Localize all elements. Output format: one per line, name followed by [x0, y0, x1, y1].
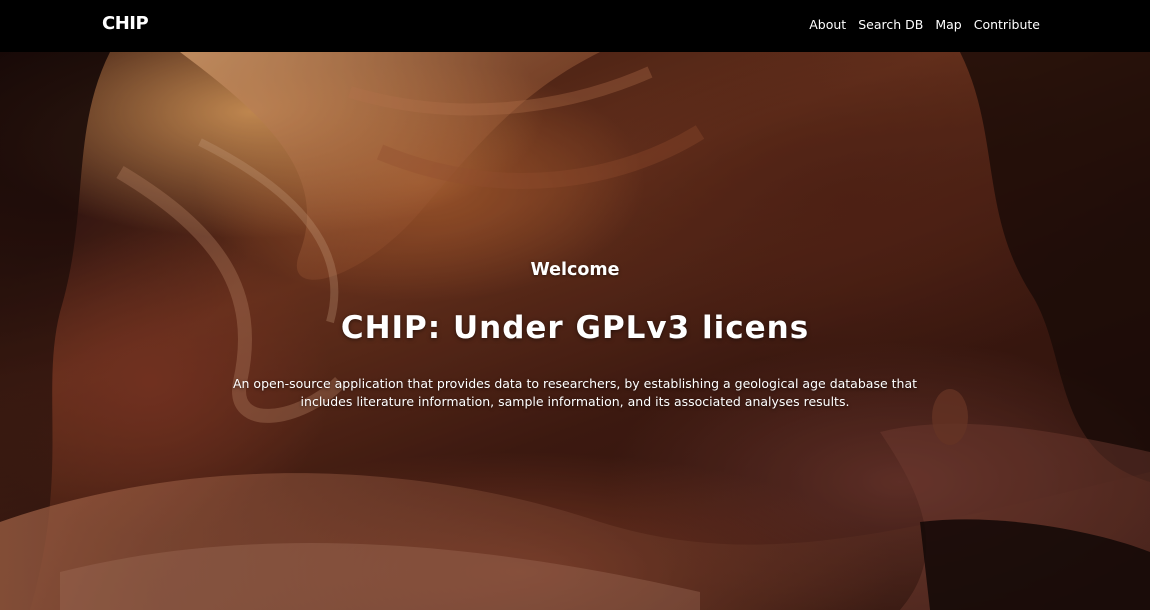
nav-link-map[interactable]: Map — [935, 17, 961, 32]
nav-link-search-db[interactable]: Search DB — [858, 17, 923, 32]
nav-link-about[interactable]: About — [809, 17, 846, 32]
brand-logo[interactable]: CHIP — [102, 13, 149, 34]
hero-description: An open-source application that provides… — [232, 376, 918, 409]
hero-content: Welcome CHIP: Under GPLv3 licens An open… — [0, 52, 1150, 610]
hero-welcome-heading: Welcome — [530, 260, 620, 280]
top-navbar: CHIP About Search DB Map Contribute — [0, 0, 1150, 52]
hero-section: Welcome CHIP: Under GPLv3 licens An open… — [0, 52, 1150, 610]
nav-links: About Search DB Map Contribute — [809, 17, 1040, 32]
hero-title: CHIP: Under GPLv3 licens — [340, 310, 810, 346]
nav-link-contribute[interactable]: Contribute — [974, 17, 1040, 32]
